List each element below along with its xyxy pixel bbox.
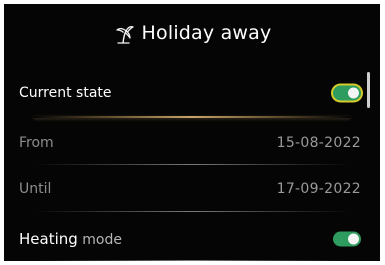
heating-mode-label-word2: mode	[82, 232, 122, 248]
holiday-away-screen: Holiday away Current state From 15-08-20…	[4, 4, 380, 261]
divider	[34, 211, 350, 212]
scrollbar[interactable]	[367, 72, 370, 108]
from-label: From	[19, 135, 54, 151]
screen-header: Holiday away	[4, 4, 380, 62]
until-row[interactable]: Until 17-09-2022	[4, 165, 380, 213]
current-state-row[interactable]: Current state	[4, 69, 380, 117]
heating-mode-toggle[interactable]	[333, 231, 361, 247]
divider	[34, 260, 350, 261]
toggle-knob	[348, 87, 359, 99]
heating-mode-label: Heating mode	[19, 230, 122, 248]
from-row[interactable]: From 15-08-2022	[4, 119, 380, 167]
heating-mode-row[interactable]: Heating mode	[4, 215, 380, 261]
divider-highlight	[34, 116, 350, 118]
toggle-knob	[348, 233, 359, 245]
palm-tree-icon	[115, 25, 134, 44]
from-date-value[interactable]: 15-08-2022	[277, 135, 361, 151]
current-state-toggle[interactable]	[333, 85, 361, 101]
until-date-value[interactable]: 17-09-2022	[277, 181, 361, 197]
heating-mode-label-word1: Heating	[19, 230, 78, 248]
page-title: Holiday away	[141, 22, 272, 44]
current-state-label: Current state	[19, 85, 112, 101]
until-label: Until	[19, 181, 52, 197]
